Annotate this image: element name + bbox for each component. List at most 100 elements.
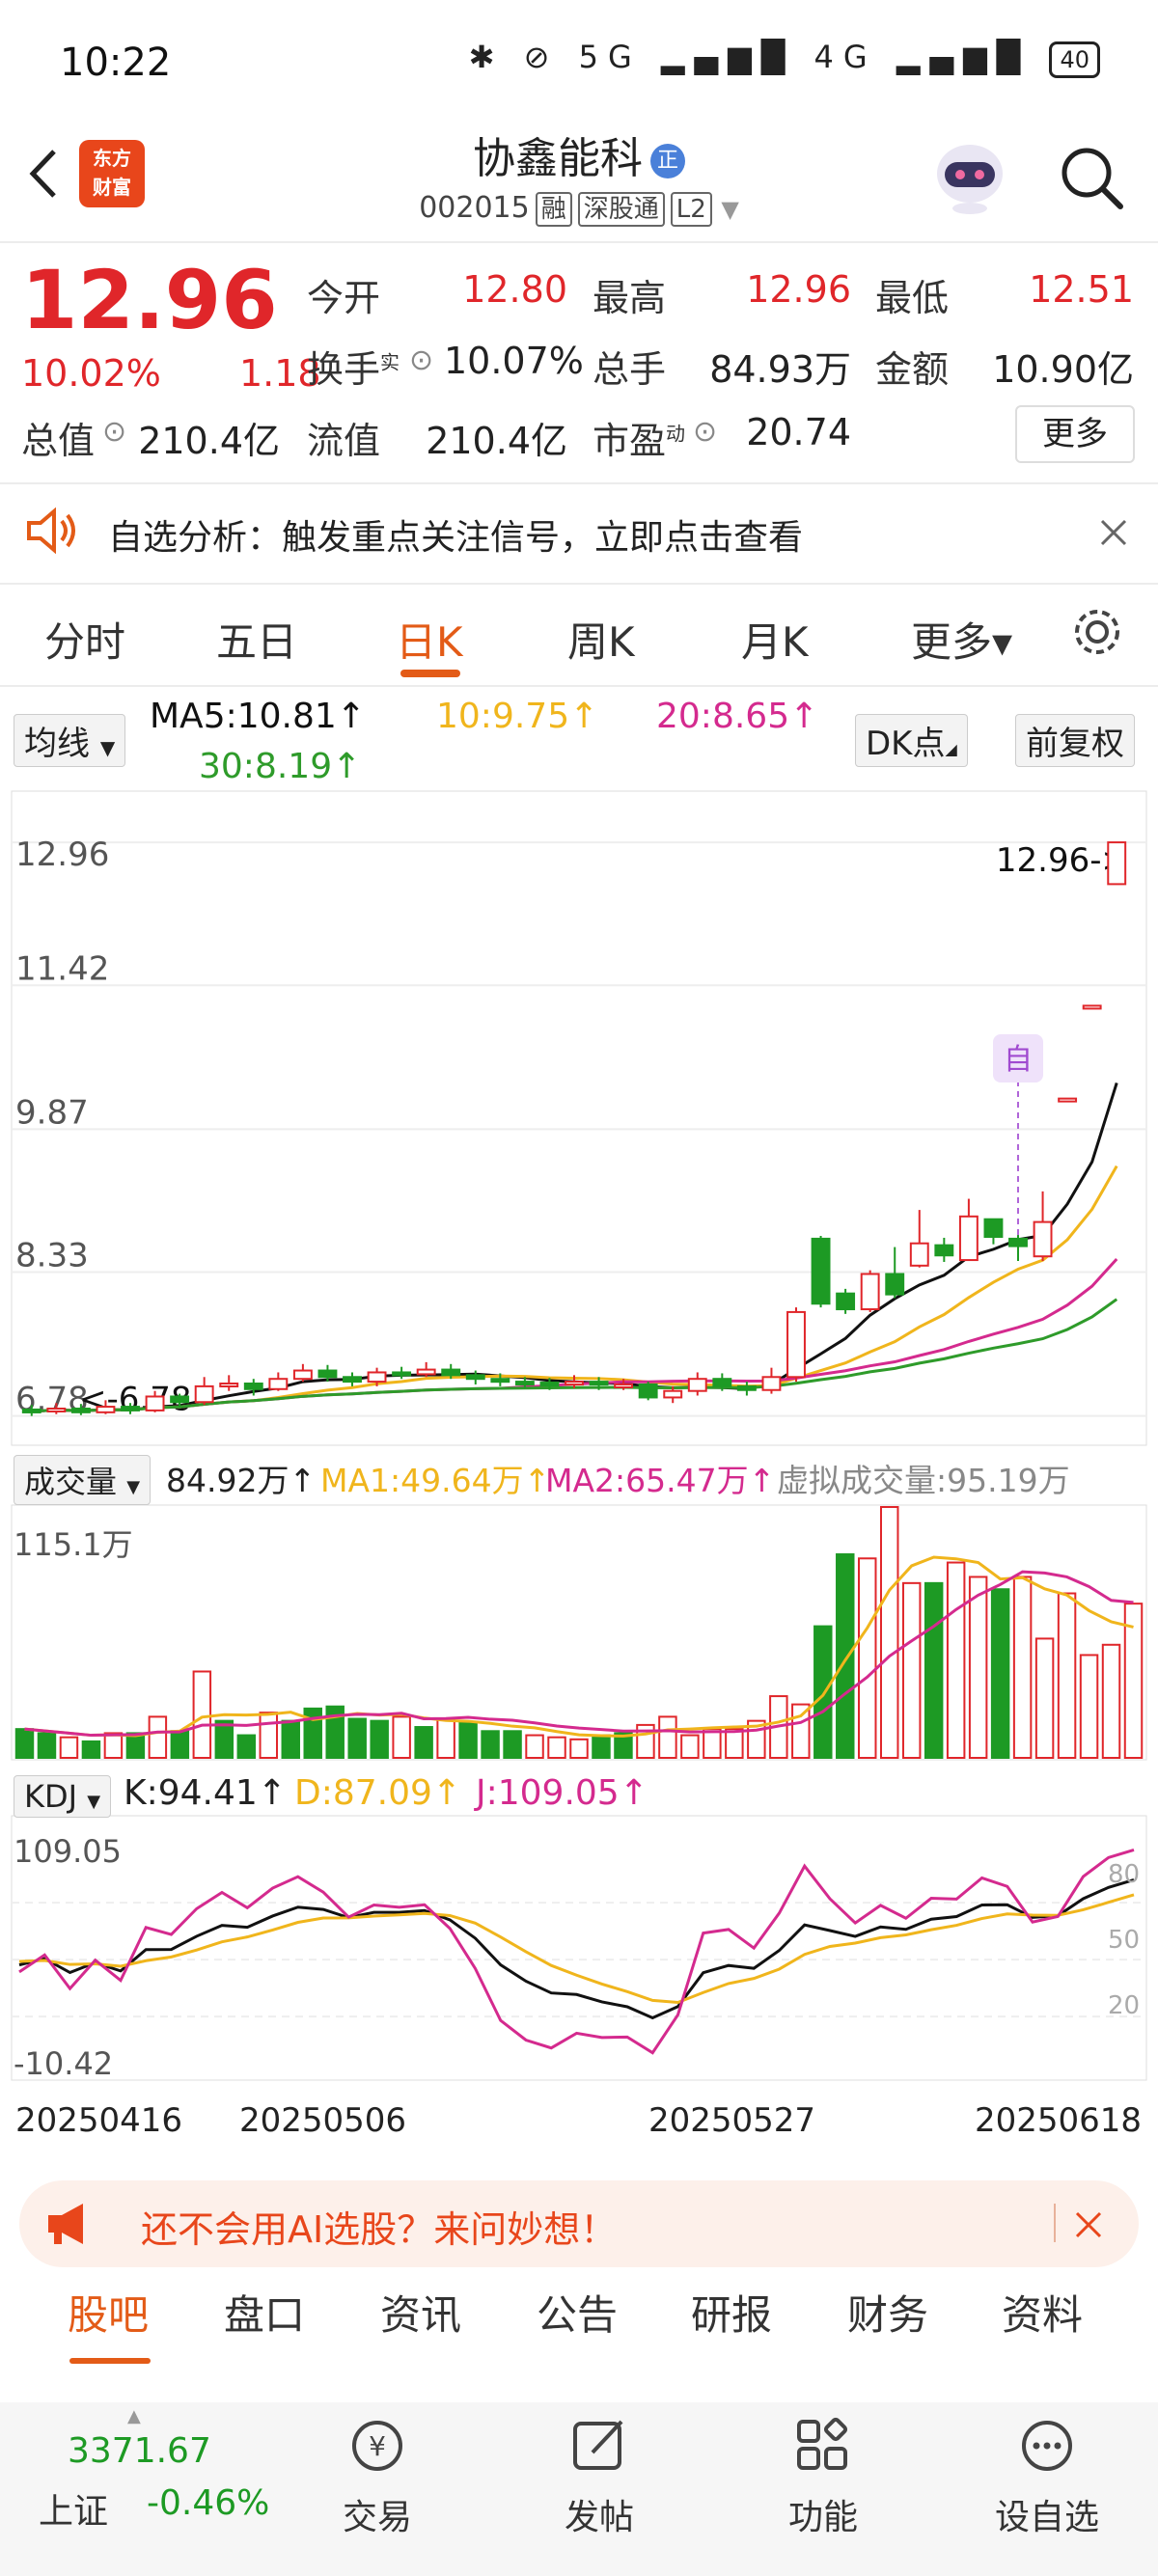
nav-trade-label[interactable]: 交易 bbox=[281, 2489, 474, 2539]
volume-ma-lines bbox=[24, 1555, 1134, 1738]
kdj-select[interactable]: KDJ ▼ bbox=[14, 1775, 112, 1818]
candle-body bbox=[1058, 1097, 1078, 1103]
nav-post-label[interactable]: 发帖 bbox=[503, 2489, 696, 2539]
volume-bar bbox=[592, 1734, 611, 1759]
candle-body bbox=[1107, 841, 1127, 886]
tab-finance[interactable]: 财务 bbox=[847, 2283, 928, 2342]
tab-guba[interactable]: 股吧 bbox=[68, 2283, 149, 2342]
volume-bar bbox=[1101, 1643, 1121, 1759]
info-icon[interactable]: ⊙ bbox=[102, 415, 126, 449]
price-axis-labels: 12.9611.429.878.336.7812.96-><-6.78 bbox=[15, 836, 1129, 1419]
adjust-select[interactable]: 前复权 bbox=[1015, 714, 1135, 767]
candle-body bbox=[565, 1381, 584, 1386]
dropdown-icon: ▼ bbox=[87, 1792, 101, 1812]
candle-body bbox=[909, 1242, 929, 1267]
volume-bar bbox=[858, 1557, 877, 1759]
kdj-lines bbox=[18, 1848, 1135, 2055]
edit-post-icon[interactable] bbox=[565, 2412, 633, 2480]
pe-value: 20.74 bbox=[746, 411, 851, 453]
tabs-divider bbox=[0, 685, 1158, 687]
candle-body bbox=[170, 1395, 190, 1404]
candle-body bbox=[614, 1383, 634, 1388]
candle-body bbox=[983, 1218, 1004, 1238]
float-label: 流值 bbox=[307, 420, 381, 462]
candle-body bbox=[514, 1381, 535, 1386]
nav-watchlist-label[interactable]: 设自选 bbox=[951, 2489, 1144, 2539]
tab-intraday[interactable]: 分时 bbox=[44, 610, 125, 669]
virtual-volume: 虚拟成交量:95.19万 bbox=[777, 1462, 1070, 1499]
kdj-frame bbox=[11, 1815, 1147, 2081]
candle-body bbox=[811, 1237, 831, 1305]
more-button[interactable]: 更多 bbox=[1015, 405, 1135, 463]
index-change[interactable]: -0.46% bbox=[147, 2483, 269, 2523]
price-tick-label: 11.42 bbox=[15, 949, 109, 988]
verified-icon: 正 bbox=[650, 144, 685, 178]
volume-bar bbox=[901, 1581, 922, 1759]
banner-divider bbox=[1054, 2204, 1056, 2242]
volume-select[interactable]: 成交量 ▼ bbox=[14, 1455, 152, 1505]
candle-body bbox=[121, 1406, 140, 1411]
nav-function-label[interactable]: 功能 bbox=[727, 2489, 920, 2539]
index-value[interactable]: 3371.67 bbox=[68, 2431, 211, 2471]
tab-pankou[interactable]: 盘口 bbox=[224, 2283, 305, 2342]
volume-ma2: MA2:65.47万↑ bbox=[545, 1462, 776, 1499]
last-price: 12.96 bbox=[21, 253, 278, 347]
candle-body bbox=[1082, 1004, 1102, 1010]
ma-select-label: 均线 bbox=[24, 725, 90, 763]
candle-body bbox=[786, 1310, 806, 1379]
float-value: 210.4亿 bbox=[426, 420, 567, 462]
volume-value: 84.93万 bbox=[709, 348, 851, 391]
tab-profile[interactable]: 资料 bbox=[1002, 2283, 1083, 2342]
more-dots-icon[interactable] bbox=[1013, 2412, 1081, 2480]
dropdown-icon: ▼ bbox=[99, 736, 116, 759]
volume-select-label: 成交量 bbox=[24, 1464, 118, 1500]
kdj-d: D:87.09↑ bbox=[294, 1773, 462, 1813]
open-value: 12.80 bbox=[462, 268, 567, 311]
active-bottom-tab-indicator bbox=[69, 2358, 151, 2364]
tab-announcements[interactable]: 公告 bbox=[537, 2283, 618, 2342]
volume-bar bbox=[791, 1703, 811, 1760]
candle-body bbox=[268, 1378, 289, 1390]
chevron-down-icon[interactable]: ▼ bbox=[721, 196, 738, 223]
mcap-label: 总值 bbox=[21, 420, 96, 462]
change-percent: 10.02% bbox=[21, 352, 161, 395]
ma30-value: 30:8.19↑ bbox=[199, 747, 362, 786]
search-icon[interactable] bbox=[1057, 143, 1126, 212]
marker-label: 自 bbox=[1004, 1043, 1033, 1077]
volume-bar bbox=[547, 1736, 566, 1759]
close-icon[interactable] bbox=[1098, 517, 1129, 548]
robot-assistant-icon[interactable] bbox=[931, 135, 1008, 217]
tab-daily-k[interactable]: 日K bbox=[396, 610, 463, 669]
settings-gear-icon[interactable] bbox=[1071, 606, 1123, 658]
tab-more[interactable]: 更多▾ bbox=[911, 610, 1012, 669]
volume-bar bbox=[236, 1734, 257, 1759]
candle-body bbox=[96, 1406, 116, 1413]
tab-news[interactable]: 资讯 bbox=[380, 2283, 461, 2342]
yuan-trade-icon[interactable]: ¥ bbox=[344, 2412, 411, 2480]
price-frame bbox=[11, 790, 1147, 1446]
info-icon[interactable]: ⊙ bbox=[693, 415, 717, 449]
ai-banner-text[interactable]: 还不会用AI选股？来问妙想！ bbox=[141, 2200, 617, 2253]
volume-bar bbox=[946, 1561, 966, 1760]
date-label-2: 20250506 bbox=[239, 2101, 407, 2140]
apps-function-icon[interactable] bbox=[789, 2412, 857, 2480]
volume-bar bbox=[725, 1728, 744, 1760]
ma-select[interactable]: 均线 ▼ bbox=[14, 714, 126, 767]
pe-label-text: 市盈 bbox=[593, 420, 667, 462]
svg-text:¥: ¥ bbox=[369, 2430, 386, 2462]
index-name[interactable]: 上证 bbox=[39, 2483, 108, 2534]
info-icon[interactable]: ⊙ bbox=[409, 343, 433, 377]
candle-body bbox=[343, 1376, 362, 1384]
tab-weekly-k[interactable]: 周K bbox=[567, 610, 635, 669]
kdj-label-20: 20 bbox=[1108, 1991, 1141, 2020]
dk-point-button[interactable]: DK点◢ bbox=[855, 714, 968, 767]
volume-bar bbox=[59, 1736, 79, 1759]
tab-monthly-k[interactable]: 月K bbox=[741, 610, 809, 669]
volume-bar bbox=[347, 1717, 367, 1759]
tab-research[interactable]: 研报 bbox=[691, 2283, 772, 2342]
candle-body bbox=[836, 1292, 856, 1311]
banner-close-icon[interactable] bbox=[1073, 2209, 1104, 2240]
alert-text[interactable]: 自选分析：触发重点关注信号，立即点击查看 bbox=[108, 509, 803, 560]
tab-five-day[interactable]: 五日 bbox=[216, 610, 297, 669]
megaphone-icon bbox=[48, 2204, 83, 2244]
